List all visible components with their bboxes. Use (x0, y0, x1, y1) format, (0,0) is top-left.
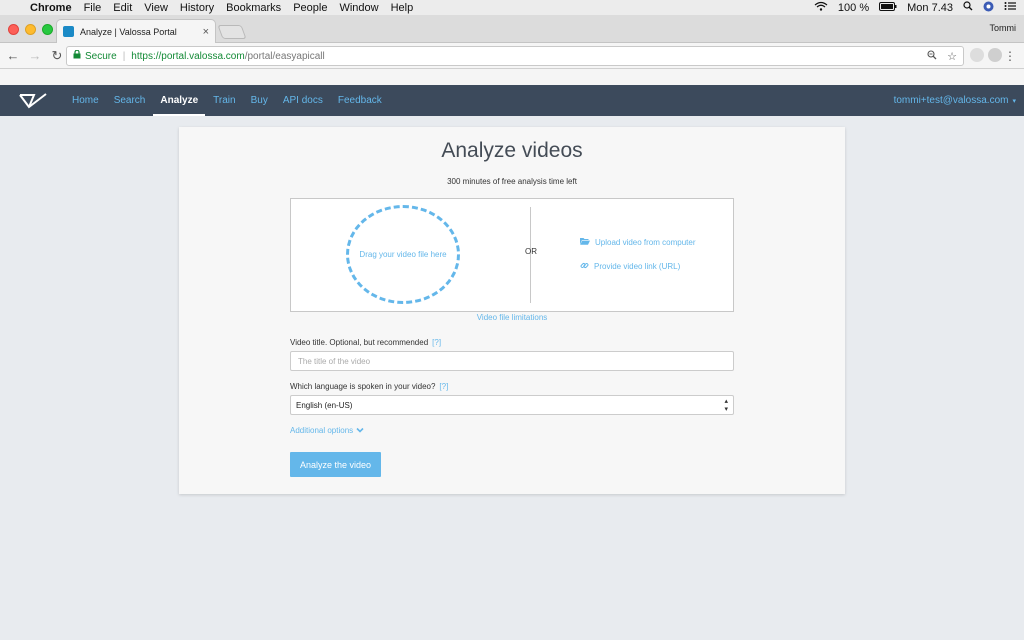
browser-tab-active[interactable]: Analyze | Valossa Portal × (56, 19, 216, 43)
language-select[interactable]: English (en-US) ▴ ▾ (290, 395, 734, 415)
valossa-logo-icon[interactable] (18, 92, 48, 110)
free-time-remaining: 300 minutes of free analysis time left (447, 177, 577, 186)
video-title-label-row: Video title. Optional, but recommended [?… (290, 338, 441, 347)
tab-title: Analyze | Valossa Portal (80, 26, 177, 37)
video-file-limitations-label: Video file limitations (476, 313, 548, 322)
drop-zone-label: Drag your video file here (359, 250, 447, 259)
chevron-down-icon (356, 426, 364, 435)
nav-home[interactable]: Home (72, 85, 99, 116)
video-title-label: Video title. Optional, but recommended (290, 338, 429, 347)
close-tab-icon[interactable]: × (203, 26, 209, 38)
lock-icon (73, 49, 81, 62)
omnibox-separator: | (122, 50, 126, 62)
analyze-video-button[interactable]: Analyze the video (290, 452, 381, 477)
language-help-link[interactable]: [?] (439, 382, 448, 391)
user-menu[interactable]: tommi+test@valossa.com ▾ (894, 85, 1016, 116)
os-menubar: Chrome File Edit View History Bookmarks … (0, 0, 1024, 15)
menu-file[interactable]: File (84, 2, 102, 14)
toolbar-spacer (0, 69, 1024, 85)
wifi-icon[interactable] (814, 1, 828, 14)
clock[interactable]: Mon 7.43 (907, 2, 953, 14)
page-title: Analyze videos (441, 139, 583, 162)
nav-feedback[interactable]: Feedback (338, 85, 382, 116)
video-title-input[interactable] (290, 351, 734, 371)
language-label: Which language is spoken in your video? (290, 382, 436, 391)
browser-toolbar: ← → ↻ Secure | https://portal.valossa.co… (0, 43, 1024, 69)
address-bar[interactable]: Secure | https://portal.valossa.com/port… (66, 46, 964, 66)
menu-window[interactable]: Window (339, 2, 378, 14)
secure-label: Secure (85, 50, 117, 62)
url-host: https://portal.valossa.com (131, 50, 245, 62)
menu-bookmarks[interactable]: Bookmarks (226, 2, 281, 14)
bookmark-star-icon[interactable]: ☆ (947, 50, 957, 63)
caret-down-icon: ▾ (1012, 97, 1016, 105)
profile-name[interactable]: Tommi (990, 23, 1017, 33)
provide-video-url-link[interactable]: Provide video link (URL) (580, 261, 680, 272)
analyze-card: Analyze videos 300 minutes of free analy… (179, 127, 845, 494)
video-title-help-link[interactable]: [?] (432, 338, 441, 347)
browser-tabstrip: Analyze | Valossa Portal × Tommi (0, 15, 1024, 43)
zoom-icon[interactable] (927, 49, 937, 63)
extension-icon[interactable] (970, 48, 984, 62)
menu-people[interactable]: People (293, 2, 327, 14)
nav-search[interactable]: Search (114, 85, 146, 116)
menu-history[interactable]: History (180, 2, 214, 14)
menu-edit[interactable]: Edit (113, 2, 132, 14)
upload-panel: Drag your video file here OR Upload vide… (290, 198, 734, 312)
upload-from-computer-label: Upload video from computer (595, 237, 696, 247)
additional-options-toggle[interactable]: Additional options (290, 426, 364, 435)
language-selected-value: English (en-US) (296, 400, 353, 410)
forward-arrow-icon[interactable]: → (26, 48, 44, 63)
nav-api-docs[interactable]: API docs (283, 85, 323, 116)
video-file-limitations-link[interactable]: Video file limitations (179, 313, 845, 322)
close-window-button[interactable] (8, 24, 19, 35)
back-arrow-icon[interactable]: ← (4, 48, 22, 63)
extension-icon[interactable] (988, 48, 1002, 62)
user-avatar-icon[interactable] (983, 1, 994, 15)
menu-help[interactable]: Help (391, 2, 414, 14)
nav-analyze[interactable]: Analyze (153, 85, 205, 116)
nav-buy[interactable]: Buy (251, 85, 268, 116)
menu-view[interactable]: View (144, 2, 168, 14)
provide-video-url-label: Provide video link (URL) (594, 262, 681, 271)
menu-app-name[interactable]: Chrome (30, 2, 72, 14)
battery-percent: 100 % (837, 1, 870, 14)
url-path: /portal/easyapicall (244, 50, 325, 62)
language-label-row: Which language is spoken in your video?[… (290, 382, 448, 391)
drop-zone[interactable]: Drag your video file here (346, 205, 460, 304)
window-controls (8, 24, 53, 35)
nav-train[interactable]: Train (213, 85, 235, 116)
maximize-window-button[interactable] (42, 24, 53, 35)
battery-icon[interactable] (879, 1, 897, 14)
reload-icon[interactable]: ↻ (48, 48, 66, 64)
omnibox-actions: ☆ (927, 49, 957, 63)
minimize-window-button[interactable] (25, 24, 36, 35)
upload-from-computer-link[interactable]: Upload video from computer (580, 237, 696, 247)
folder-open-icon (580, 237, 590, 247)
new-tab-button[interactable] (217, 25, 247, 39)
or-label: OR (525, 247, 537, 256)
notification-center-icon[interactable] (1004, 1, 1016, 14)
primary-nav: Home Search Analyze Train Buy API docs F… (72, 85, 397, 116)
spotlight-search-icon[interactable] (963, 1, 973, 14)
site-navbar: Home Search Analyze Train Buy API docs F… (0, 85, 1024, 116)
additional-options-label: Additional options (290, 426, 354, 435)
select-arrows-icon: ▴ ▾ (724, 398, 728, 413)
link-icon (580, 261, 589, 272)
chrome-menu-icon[interactable]: ⋮ (1004, 49, 1016, 63)
valossa-favicon-icon (63, 26, 74, 37)
user-email: tommi+test@valossa.com (893, 95, 1009, 106)
